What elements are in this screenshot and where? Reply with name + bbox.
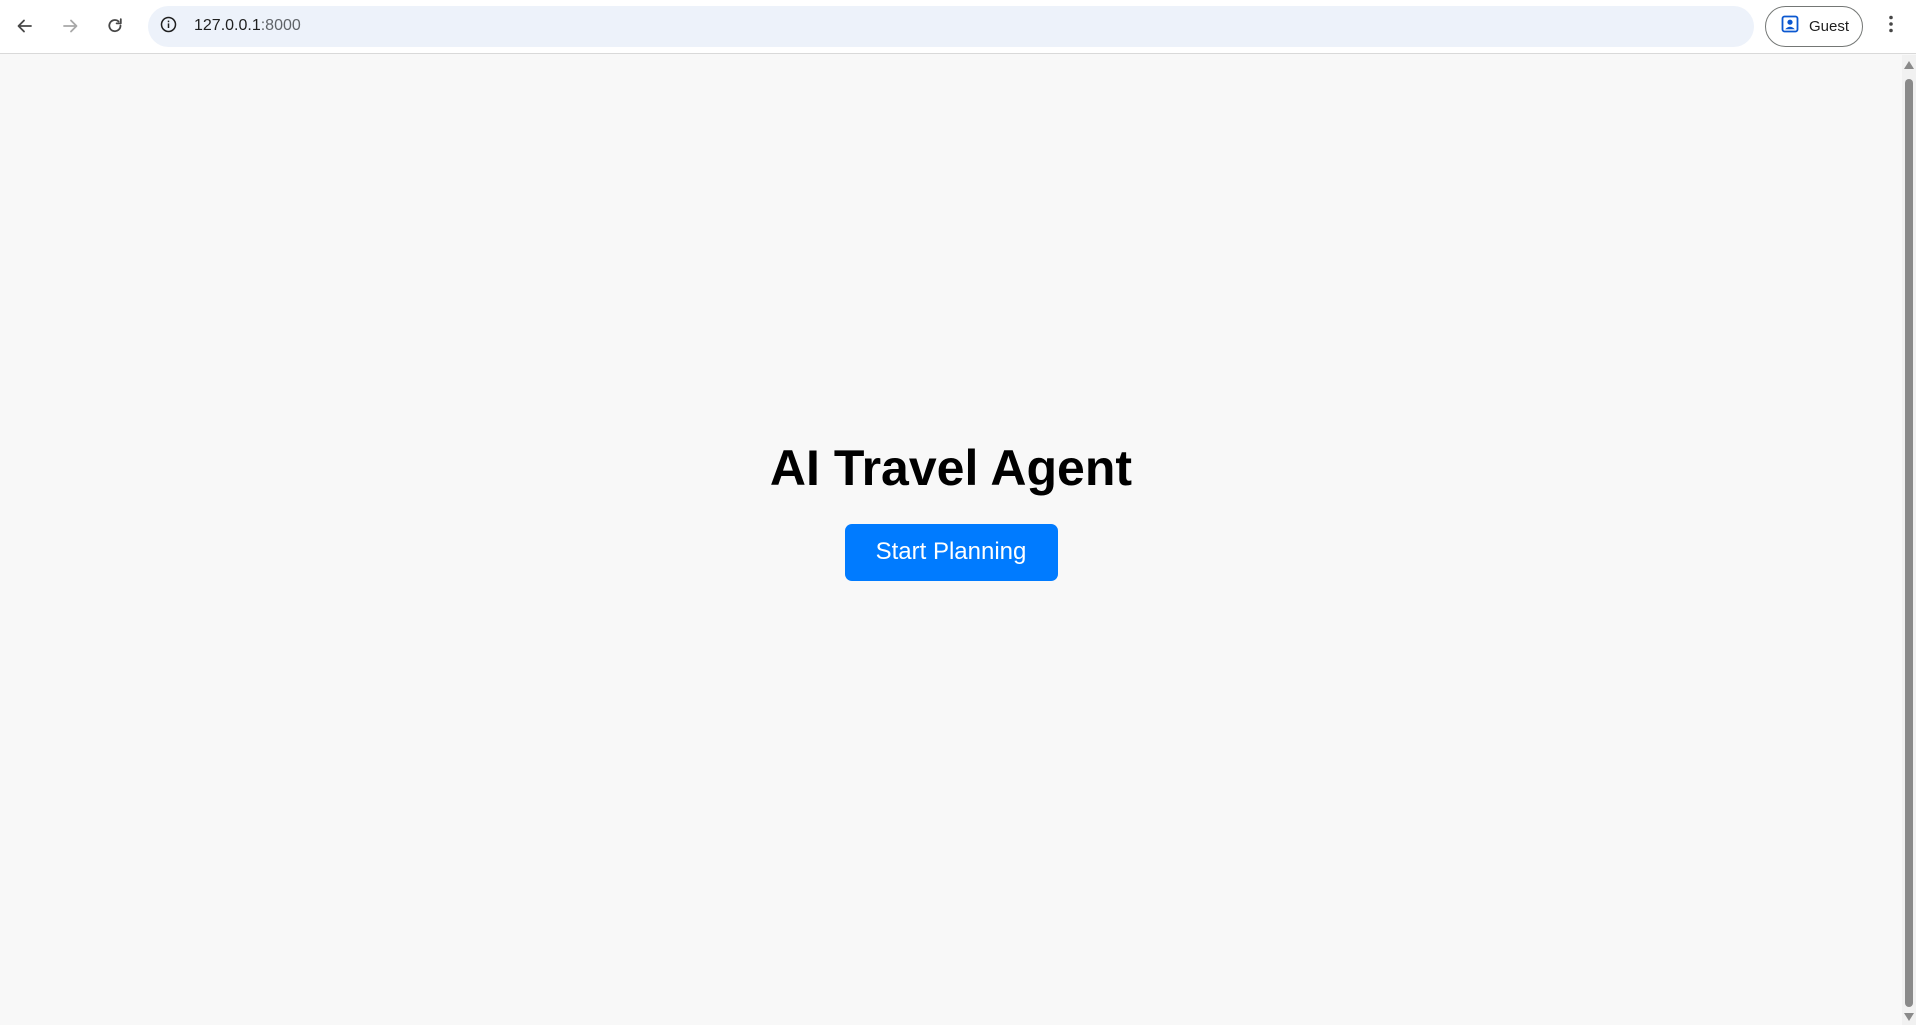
url-host: 127.0.0.1 (194, 17, 261, 34)
info-icon (160, 16, 177, 38)
forward-button[interactable] (53, 9, 87, 43)
hero-section: AI Travel Agent Start Planning (0, 55, 1902, 1025)
back-button[interactable] (8, 9, 42, 43)
url-text[interactable]: 127.0.0.1:8000 (194, 17, 301, 35)
kebab-menu-icon (1888, 14, 1894, 39)
profile-button[interactable]: Guest (1765, 6, 1863, 47)
scroll-down-arrow-icon[interactable] (1903, 1011, 1915, 1023)
url-port: :8000 (260, 17, 301, 34)
scrollbar-thumb[interactable] (1905, 79, 1913, 1007)
profile-label: Guest (1809, 18, 1850, 35)
page-viewport: AI Travel Agent Start Planning (0, 55, 1902, 1025)
browser-menu-button[interactable] (1876, 9, 1906, 43)
browser-toolbar: 127.0.0.1:8000 Guest (0, 0, 1916, 54)
page-title: AI Travel Agent (769, 439, 1133, 496)
arrow-left-icon (15, 16, 35, 36)
vertical-scrollbar[interactable] (1902, 55, 1916, 1025)
reload-icon (105, 16, 125, 36)
arrow-right-icon (60, 16, 80, 36)
address-bar[interactable]: 127.0.0.1:8000 (148, 6, 1754, 47)
site-info-button[interactable] (155, 13, 182, 40)
start-planning-button[interactable]: Start Planning (844, 523, 1058, 581)
reload-button[interactable] (98, 9, 132, 43)
person-badge-icon (1780, 14, 1800, 39)
scroll-up-arrow-icon[interactable] (1903, 59, 1915, 71)
